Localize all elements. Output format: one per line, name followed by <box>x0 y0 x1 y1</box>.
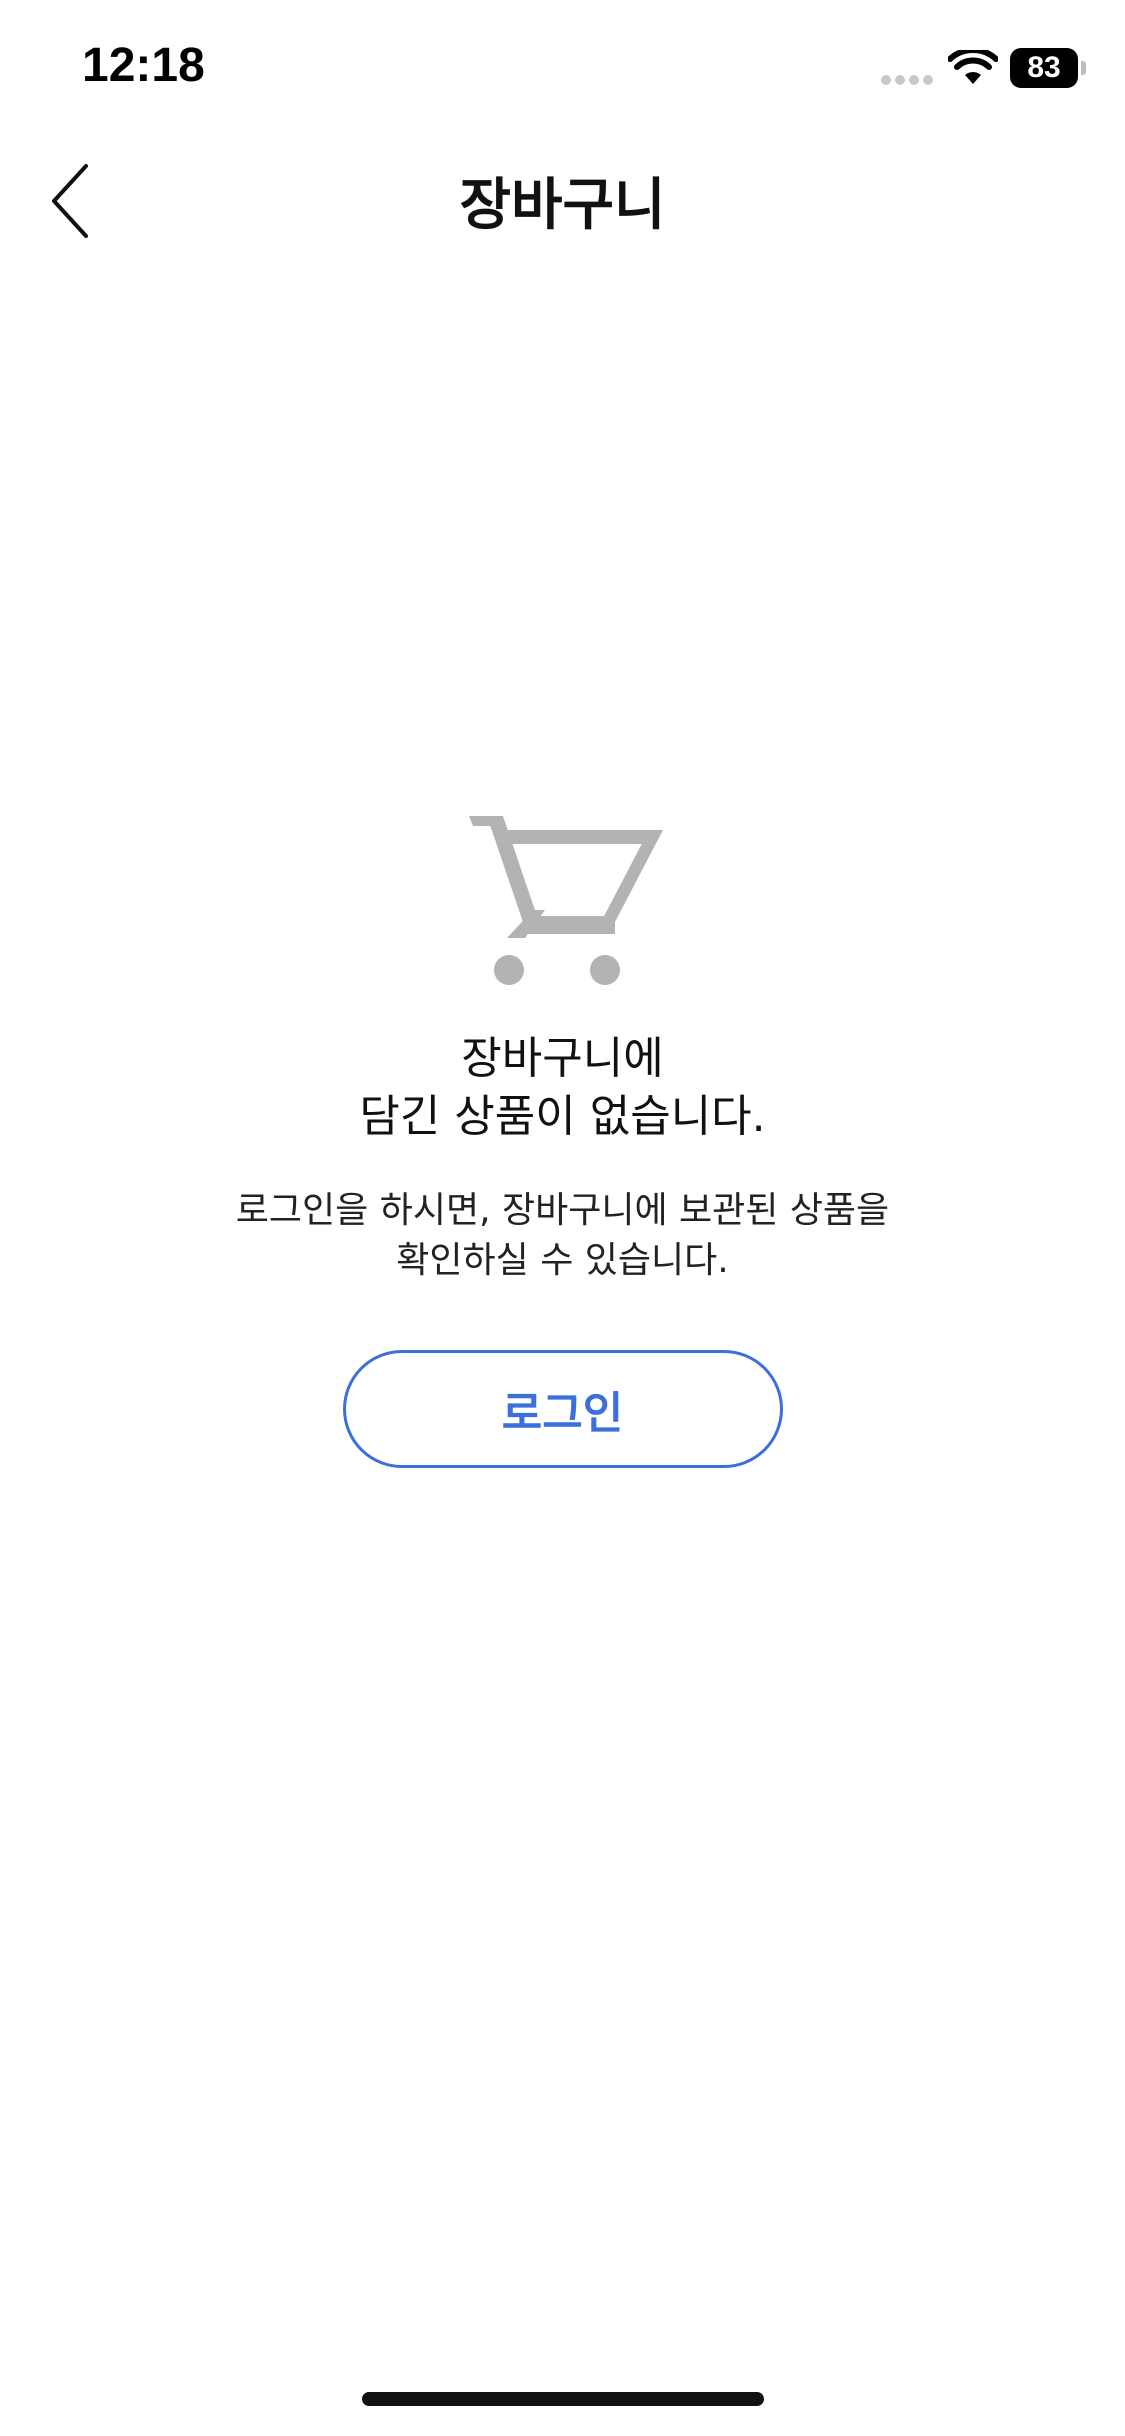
battery-indicator: 83 <box>1010 48 1088 88</box>
wifi-icon <box>948 50 998 84</box>
empty-title-line-1: 장바구니에 <box>461 1033 664 1084</box>
cellular-signal-icon <box>881 75 933 85</box>
empty-description-line-1: 로그인을 하시면, 장바구니에 보관된 상품을 <box>235 1190 890 1231</box>
status-bar: 12:18 83 <box>0 0 1125 140</box>
status-time: 12:18 <box>82 39 205 92</box>
nav-bar: 장바구니 <box>0 140 1125 260</box>
empty-cart-state: 장바구니에 담긴 상품이 없습니다. 로그인을 하시면, 장바구니에 보관된 상… <box>0 810 1125 1468</box>
page-title: 장바구니 <box>459 173 666 238</box>
login-button[interactable]: 로그인 <box>342 1350 783 1468</box>
cart-icon <box>468 816 663 985</box>
empty-description: 로그인을 하시면, 장바구니에 보관된 상품을 확인하실 수 있습니다. <box>0 1186 1125 1286</box>
empty-description-line-2: 확인하실 수 있습니다. <box>396 1240 729 1281</box>
empty-title-line-2: 담긴 상품이 없습니다. <box>359 1091 766 1142</box>
home-indicator[interactable] <box>362 2392 764 2406</box>
battery-cap <box>1081 61 1086 75</box>
battery-level: 83 <box>1027 51 1061 84</box>
empty-title: 장바구니에 담긴 상품이 없습니다. <box>0 1030 1125 1146</box>
